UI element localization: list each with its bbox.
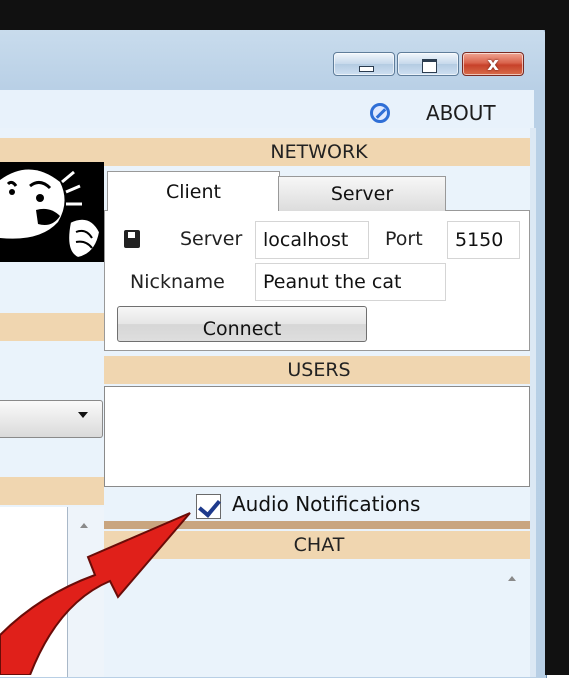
- maximize-icon: [422, 59, 437, 73]
- port-label: Port: [385, 228, 423, 250]
- nickname-input[interactable]: Peanut the cat: [255, 263, 446, 301]
- tab-client[interactable]: Client: [107, 171, 280, 211]
- connect-button[interactable]: Connect: [117, 306, 367, 342]
- left-section-header: [0, 313, 104, 341]
- about-link[interactable]: ABOUT: [426, 101, 496, 125]
- red-arrow-icon: [0, 512, 191, 675]
- close-button[interactable]: x: [462, 52, 524, 76]
- shouting-cartoon-image: [0, 162, 104, 262]
- network-header: NETWORK: [104, 138, 534, 166]
- users-header: USERS: [104, 356, 534, 384]
- tab-server[interactable]: Server: [278, 176, 446, 211]
- desktop-top-strip: [0, 0, 569, 30]
- close-icon: x: [487, 54, 499, 75]
- minimize-icon: [359, 66, 374, 72]
- scroll-up-icon[interactable]: [508, 576, 516, 581]
- floppy-icon[interactable]: [124, 230, 140, 248]
- audio-notifications-label[interactable]: Audio Notifications: [232, 492, 420, 516]
- port-input[interactable]: 5150: [447, 221, 520, 259]
- server-label: Server: [180, 228, 243, 250]
- left-section-header: [0, 477, 104, 505]
- no-entry-icon[interactable]: [370, 103, 390, 123]
- users-list[interactable]: [104, 386, 530, 487]
- maximize-button[interactable]: [397, 52, 459, 76]
- checkmark-icon: [198, 494, 221, 518]
- server-input[interactable]: localhost: [255, 221, 369, 259]
- chevron-down-icon[interactable]: [78, 412, 88, 418]
- left-dropdown[interactable]: [0, 400, 103, 438]
- desktop-right-strip: [545, 0, 569, 675]
- minimize-button[interactable]: [333, 52, 395, 76]
- window-right-edge: [530, 128, 536, 677]
- nickname-label: Nickname: [130, 271, 225, 293]
